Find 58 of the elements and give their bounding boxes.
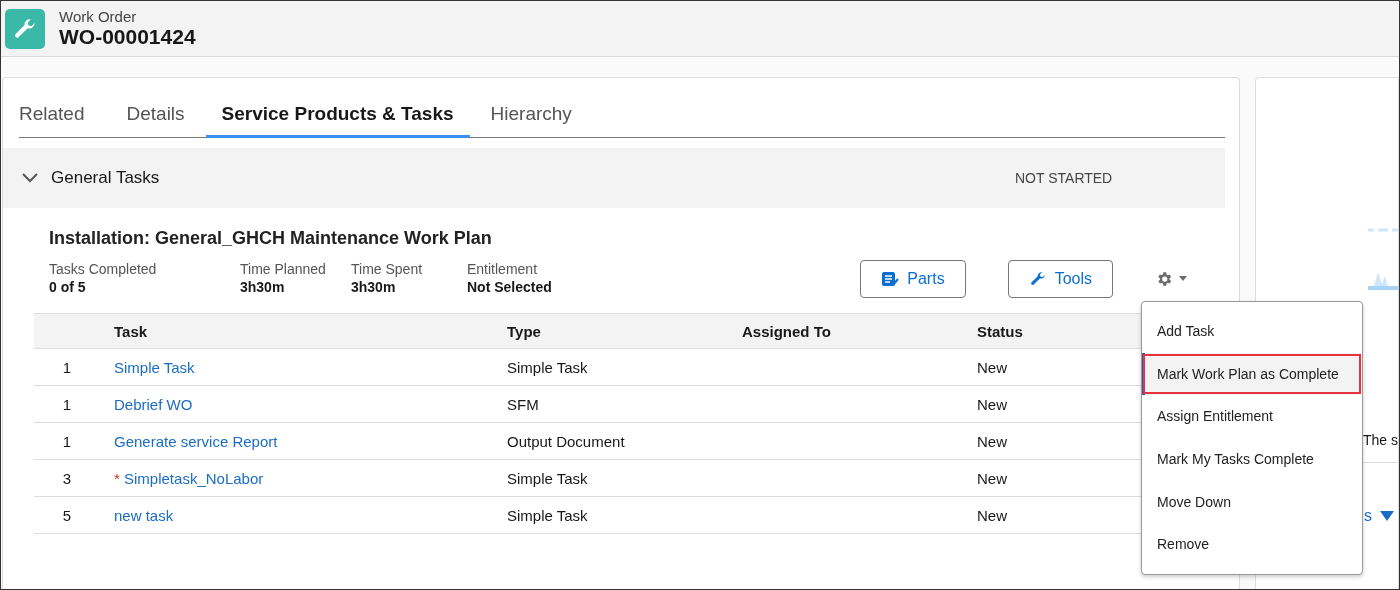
work-plan-title: Installation: General_GHCH Maintenance Work Plan <box>49 228 493 249</box>
column-header: Type <box>507 322 541 340</box>
section-header[interactable]: General Tasks NOT STARTED <box>3 148 1225 208</box>
parts-button[interactable]: Parts <box>860 260 966 298</box>
task-type: Simple Task <box>507 469 588 487</box>
task-status: New <box>977 358 1007 376</box>
required-mark: * <box>114 469 120 487</box>
stat-value: Not Selected <box>467 279 553 295</box>
stat-label: Tasks Completed <box>49 261 158 277</box>
menu-item[interactable]: Mark Work Plan as Complete <box>1142 352 1362 396</box>
task-link[interactable]: Debrief WO <box>114 395 193 413</box>
task-status: New <box>977 469 1007 487</box>
wrench-icon <box>1028 270 1047 288</box>
section-title: General Tasks <box>51 168 161 188</box>
tab[interactable]: Hierarchy <box>469 103 593 138</box>
section-status: NOT STARTED <box>1015 170 1114 186</box>
column-header: Status <box>977 322 1023 340</box>
menu-item[interactable]: Remove <box>1142 522 1362 566</box>
panel-text: The s <box>1363 432 1398 448</box>
sequence-number: 5 <box>62 506 72 524</box>
menu-item[interactable]: Add Task <box>1142 310 1362 353</box>
sequence-number: 1 <box>62 395 72 413</box>
task-link[interactable]: new task <box>114 506 174 524</box>
tab[interactable]: Related <box>19 103 106 138</box>
stat-label: Time Planned <box>240 261 327 277</box>
chart-illustration-drawing <box>1368 228 1398 290</box>
task-status: New <box>977 395 1007 413</box>
task-link[interactable]: Simpletask_NoLabor <box>124 469 264 487</box>
sequence-number: 1 <box>62 358 72 376</box>
dropdown-icon[interactable] <box>1380 511 1394 521</box>
task-type: Simple Task <box>507 506 588 524</box>
menu-item[interactable]: Move Down <box>1142 480 1362 523</box>
caret-icon[interactable] <box>1179 276 1187 282</box>
object-type: Work Order <box>59 8 138 25</box>
task-status: New <box>977 432 1007 450</box>
task-type: SFM <box>507 395 539 413</box>
task-link[interactable]: Generate service Report <box>114 432 278 450</box>
document-icon <box>881 270 900 288</box>
menu-item[interactable]: Mark My Tasks Complete <box>1142 437 1362 481</box>
stat-value: 0 of 5 <box>49 279 87 295</box>
stat-value: 3h30m <box>240 279 286 295</box>
record-name: WO-00001424 <box>59 25 196 49</box>
tools-button[interactable]: Tools <box>1007 260 1113 298</box>
stat-label: Entitlement <box>467 261 539 277</box>
task-type: Simple Task <box>507 358 588 376</box>
task-status: New <box>977 506 1007 524</box>
sequence-number: 3 <box>62 469 72 487</box>
sequence-number: 1 <box>62 432 72 450</box>
task-link[interactable]: Simple Task <box>114 358 195 376</box>
tab[interactable]: Service Products & Tasks <box>205 103 470 138</box>
panel-link[interactable]: s <box>1364 507 1372 525</box>
stat-label: Time Spent <box>351 261 424 277</box>
column-header: Task <box>114 322 148 340</box>
menu-item[interactable]: Assign Entitlement <box>1142 395 1362 438</box>
stat-value: 3h30m <box>351 279 397 295</box>
tab[interactable]: Details <box>105 103 206 138</box>
task-type: Output Document <box>507 432 625 450</box>
column-header: Assigned To <box>742 322 831 340</box>
